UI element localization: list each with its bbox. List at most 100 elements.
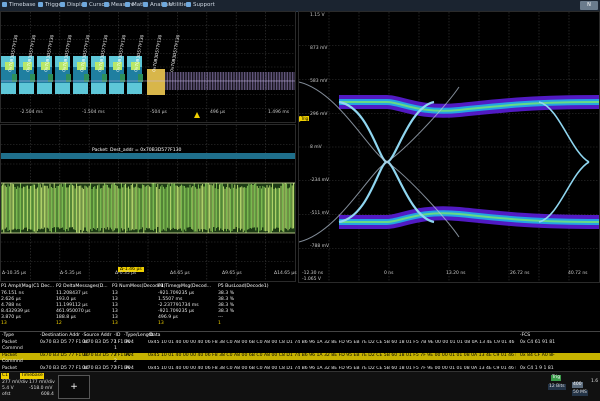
c1-offset-label: ofst [2, 392, 11, 397]
decode-cell-type: Commnd [2, 346, 23, 352]
x-tick-label: Δ-10.35 µs [2, 271, 27, 276]
channel-descriptor-bar: C1 277 mV/div 5.4 V ofst Timebase 177 mV… [0, 371, 600, 401]
measurement-cell: 13 [1, 321, 7, 326]
y-tick-label: -788 mV [310, 244, 330, 249]
decode-cell-tl: IPv4 [124, 352, 134, 358]
decode-cell-id: 1 [114, 346, 117, 352]
trigger-icon [38, 2, 43, 7]
x-tick-label: -504 µs [150, 110, 167, 115]
measurement-cell: 8.432939 µs [1, 309, 30, 314]
measurement-cell: 13 [158, 321, 164, 326]
tb-vdiv: 177 mV/div [29, 380, 55, 385]
decode-cell-id: 2 [114, 352, 117, 358]
y-tick-label: 8 mV [310, 145, 322, 150]
measurement-cell: 3.870 µs [1, 315, 21, 320]
menu-timebase[interactable]: Timebase [2, 1, 36, 10]
clock-icon [2, 2, 7, 7]
measurement-cell: -921.709235 µs [158, 309, 195, 314]
decode-cell-type: Packet [2, 352, 18, 358]
decode-cell-fcs: 0x 84 CF A0 8F [520, 352, 555, 358]
eye-right-edge [538, 101, 590, 163]
eye-x-axis: -12.30 ns 0 ns 13.20 ns 26.72 ns 40.72 ns [298, 271, 600, 279]
c1-descriptor-label[interactable]: C1 [1, 373, 10, 379]
overview-x-axis: -2.504 ms -1.504 ms -504 µs 496 µs 1.496 ms [0, 110, 296, 118]
c1-offset: 5.4 V [2, 386, 14, 391]
decode-cell-type: Commnd [2, 359, 23, 365]
measurement-cell: 496.9 µs [158, 315, 178, 320]
x-tick-label: 496 µs [210, 110, 226, 115]
measurement-cell: 38.3 % [218, 291, 235, 296]
measurement-header[interactable]: P2 DeltaMessages(D... [56, 284, 108, 289]
measurement-cell: 188.8 µs [56, 315, 76, 320]
measurement-cell: --- [218, 315, 223, 320]
measurement-cell: 193.0 µs [56, 297, 76, 302]
y-tick-label: 583 mV [310, 79, 328, 84]
measurement-cell: 11.199112 µs [56, 303, 88, 308]
measurement-cell: 461.950070 µs [56, 309, 91, 314]
measurement-cell: 13 [112, 291, 118, 296]
x-tick-label: 1.496 ms [268, 110, 290, 115]
menu-label: Support [193, 2, 215, 8]
measurement-cell: -921.709235 µs [158, 291, 195, 296]
overview-trace-pane[interactable]: 0x70B3D577F130 0x70B3D577F130 0x70B3D577F1… [0, 11, 296, 123]
y-tick-label: -511 mV [310, 211, 330, 216]
decode-header[interactable]: ·FCS [520, 333, 530, 338]
x-tick-label: 13.20 ns [446, 271, 466, 276]
tb-offset: -518.0 mV [29, 386, 53, 391]
menu-label: Timebase [9, 2, 36, 8]
measurement-table: P1 Ampl(Mag(C1 Dec... P2 DeltaMessages(D.… [0, 283, 300, 331]
y-tick-label: -234 mV [310, 178, 330, 183]
logo-button[interactable]: N [580, 1, 598, 10]
decode-header[interactable]: ·Source Addr [82, 333, 111, 338]
measurement-cell: -2.237791734 ms [158, 303, 199, 308]
measurement-header[interactable]: P1 Ampl(Mag(C1 Dec... [1, 284, 54, 289]
y-tick-label: 873 mV [310, 46, 328, 51]
support-icon [186, 2, 191, 7]
measurement-header[interactable]: P4 Time@Msg(Decod... [158, 284, 211, 289]
measurement-header[interactable]: P5 BusLoad(Decode1) [218, 284, 269, 289]
x-tick-label: Δ-5.35 µs [60, 271, 82, 276]
y-tick-label: 296 mV [310, 112, 328, 117]
measurement-cell: 38.3 % [218, 309, 235, 314]
decode-cell-data: 0x45 10 01 40 00 00 40 06 F8 38 C0 A8 00… [148, 340, 516, 345]
x-tick-label: -1.504 ms [82, 110, 105, 115]
measurement-cell: 13 [112, 309, 118, 314]
measurement-cell: 4.788 ns [1, 303, 21, 308]
add-channel-button[interactable]: + [58, 375, 90, 399]
y-tick-label: 1.15 V [310, 13, 325, 18]
menu-support[interactable]: Support [186, 1, 215, 10]
measurement-cell: 1.5507 ms [158, 297, 183, 302]
dense-burst [147, 69, 165, 95]
decode-header[interactable]: ·Type [2, 333, 14, 338]
status-value: 400 [572, 382, 583, 388]
timebase-descriptor-label[interactable]: Timebase [20, 373, 44, 379]
eye-right-edge [538, 161, 590, 223]
x-tick-label: Δ9.65 µs [222, 271, 242, 276]
x-tick-label: Δ14.65 µs [274, 271, 297, 276]
utilities-icon [162, 2, 167, 7]
decode-header[interactable]: ·Data [148, 333, 160, 338]
eye-diagram-pane[interactable] [298, 11, 600, 283]
trigger-status-badge[interactable]: Trig [551, 375, 562, 381]
overview-trace-plot: 0x70B3D577F130 0x70B3D577F130 0x70B3D577F1… [1, 12, 295, 122]
measurement-cell: 12 [56, 321, 62, 326]
cursor-icon [82, 2, 87, 7]
measurement-cell: 76.151 ns [1, 291, 24, 296]
eye-trigger-marker: Trig [300, 116, 310, 121]
measurement-cell: 1 [218, 321, 221, 326]
tb-extra: 608.4 [41, 392, 54, 397]
decode-header[interactable]: ·Destination Addr [40, 333, 80, 338]
decode-cell-id: 2 [114, 359, 117, 365]
measurement-cell: 38.3 % [218, 303, 235, 308]
decode-header[interactable]: ·ID [114, 333, 120, 338]
right-readout: 1.6 [591, 379, 599, 384]
measurement-cell: 38.3 % [218, 297, 235, 302]
x-tick-label: 40.72 ns [568, 271, 588, 276]
analysis-icon [143, 2, 148, 7]
display-icon [60, 2, 65, 7]
sample-rate: 50 MS [572, 390, 588, 396]
x-tick-label: Δ-0.35 µs [115, 271, 137, 276]
eye-diagram-plot [298, 12, 600, 282]
eye-y-axis: 1.15 V 873 mV 583 mV 296 mV 8 mV -234 mV -511 … [300, 11, 340, 282]
zoom-x-axis: Δ-10.35 µs Δ-5.35 µs Δ-0.35 µs Δ4.65 µs Δ9.6… [0, 271, 297, 279]
